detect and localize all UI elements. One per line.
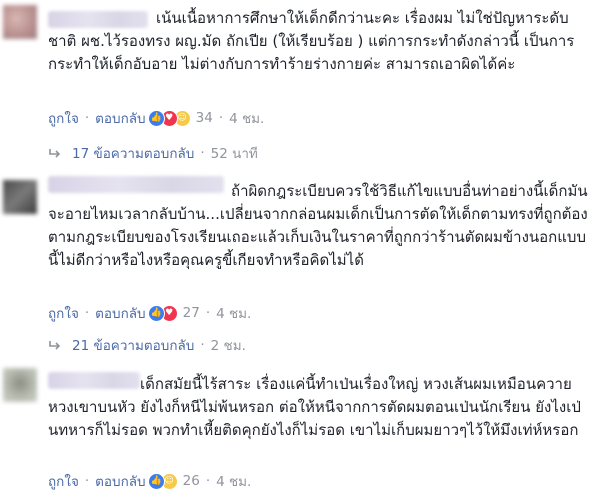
- reaction-count[interactable]: 26: [183, 473, 200, 489]
- avatar[interactable]: [3, 5, 37, 39]
- view-replies[interactable]: 21 ข้อความตอบกลับ · 2 ชม.: [48, 334, 246, 356]
- reaction-count[interactable]: 27: [183, 305, 200, 321]
- separator-dot: ·: [218, 110, 224, 126]
- separator-dot: ·: [205, 305, 211, 321]
- reply-link[interactable]: ตอบกลับ: [95, 470, 145, 492]
- replies-count[interactable]: 21 ข้อความตอบกลับ: [72, 334, 194, 356]
- separator-dot: ·: [84, 473, 90, 489]
- like-link[interactable]: ถูกใจ: [48, 470, 79, 492]
- comment-time[interactable]: 4 ชม.: [229, 107, 264, 129]
- separator-dot: ·: [84, 305, 90, 321]
- comment-text: เน้นเนื้อหาการศึกษาให้เด็กดีกว่านะคะ เรื…: [48, 9, 575, 73]
- replies-age: 2 ชม.: [210, 338, 246, 354]
- comment-actions: ถูกใจ · ตอบกลับ 👍 ♥ ☺ 34 · 4 ชม.: [48, 107, 264, 129]
- separator-dot: ·: [84, 110, 90, 126]
- reply-arrow-icon: [49, 341, 61, 350]
- avatar[interactable]: [3, 180, 37, 214]
- comment-text: ถ้าผิดกฎระเบียบควรใช้วิธีแก้ไขแบบอื่นท่า…: [48, 182, 588, 269]
- reactions[interactable]: 👍 ♥ ☺: [147, 109, 191, 127]
- like-link[interactable]: ถูกใจ: [48, 107, 79, 129]
- comment-actions: ถูกใจ · ตอบกลับ 👍 ☺ 26 · 4 ชม.: [48, 470, 251, 492]
- reply-arrow-icon: [49, 149, 61, 158]
- comment-actions: ถูกใจ · ตอบกลับ 👍 ♥ 27 · 4 ชม.: [48, 302, 251, 324]
- separator-dot: ·: [205, 473, 211, 489]
- separator-dot: ·: [200, 337, 205, 353]
- like-reaction-icon: 👍: [147, 472, 165, 490]
- avatar[interactable]: [3, 368, 37, 402]
- reaction-count[interactable]: 34: [196, 110, 213, 126]
- reply-link[interactable]: ตอบกลับ: [95, 107, 145, 129]
- replies-age: 52 นาที: [210, 146, 258, 162]
- comment-time[interactable]: 4 ชม.: [216, 470, 251, 492]
- separator-dot: ·: [200, 145, 205, 161]
- reactions[interactable]: 👍 ☺: [147, 472, 178, 490]
- replies-count[interactable]: 17 ข้อความตอบกลับ: [72, 142, 194, 164]
- like-link[interactable]: ถูกใจ: [48, 302, 79, 324]
- like-reaction-icon: 👍: [147, 109, 165, 127]
- comment-text: เด็กสมัยนี้ไร้สาระ เรื่องแค่นี้ทำเป่นเรื…: [48, 375, 581, 439]
- reactions[interactable]: 👍 ♥: [147, 304, 178, 322]
- view-replies[interactable]: 17 ข้อความตอบกลับ · 52 นาที: [48, 142, 258, 164]
- comment-time[interactable]: 4 ชม.: [216, 302, 251, 324]
- like-reaction-icon: 👍: [147, 304, 165, 322]
- reply-link[interactable]: ตอบกลับ: [95, 302, 145, 324]
